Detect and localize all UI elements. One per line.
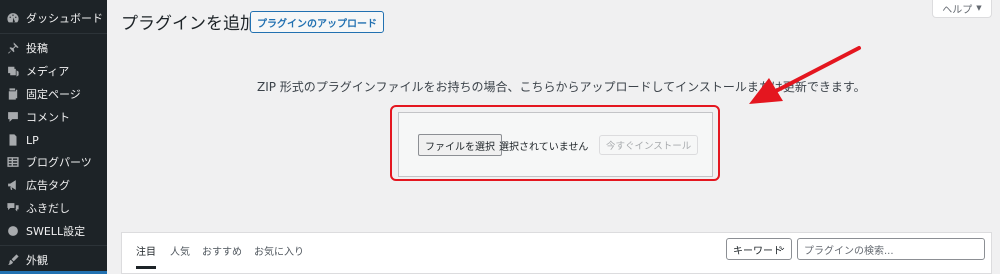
caret-down-icon: ▼ (976, 4, 982, 12)
active-tab-indicator (136, 266, 156, 269)
page-title: プラグインを追加 (121, 14, 257, 34)
comment-icon (6, 110, 20, 124)
sidebar-item-swell-settings[interactable]: SWELL設定 (0, 220, 107, 242)
plugin-filter-bar: 注目 人気 おすすめ お気に入り キーワード ⌄ プラグインの検索... (121, 232, 992, 274)
sidebar-item-label: SWELL設定 (26, 225, 86, 238)
page-icon (6, 87, 20, 101)
sidebar-item-media[interactable]: メディア (0, 60, 107, 82)
chevron-down-icon: ⌄ (778, 243, 786, 253)
help-tab[interactable]: ヘルプ ▼ (932, 0, 992, 18)
search-type-value: キーワード (733, 245, 783, 257)
file-status-text: 選択されていません (499, 142, 589, 153)
sidebar-separator (0, 33, 107, 34)
dashboard-icon (6, 11, 20, 25)
speech-bubble-icon (6, 201, 20, 215)
tab-recommended[interactable]: おすすめ (202, 243, 242, 258)
sidebar-item-pages[interactable]: 固定ページ (0, 83, 107, 105)
sidebar-item-label: コメント (26, 111, 70, 124)
choose-file-button[interactable]: ファイルを選択 (418, 134, 502, 156)
sidebar-item-label: LP (26, 133, 39, 147)
main-content: プラグインを追加 プラグインのアップロード ヘルプ ▼ ZIP 形式のプラグイン… (107, 0, 1000, 274)
sidebar-item-label: 外観 (26, 254, 48, 267)
sidebar-item-label: ダッシュボード (26, 12, 103, 25)
media-icon (6, 64, 20, 78)
help-label: ヘルプ (942, 4, 973, 16)
brush-icon (6, 253, 20, 267)
sidebar-item-label: 投稿 (26, 42, 48, 55)
admin-sidebar: ダッシュボード 投稿 メディア 固定ページ コメント LP ブログパーツ 広告タ… (0, 0, 107, 274)
sidebar-item-label: ふきだし (26, 202, 70, 215)
megaphone-icon (6, 178, 20, 192)
sidebar-item-comments[interactable]: コメント (0, 106, 107, 128)
sidebar-item-ad-tags[interactable]: 広告タグ (0, 174, 107, 196)
document-icon (6, 133, 20, 147)
search-type-select[interactable]: キーワード ⌄ (726, 238, 792, 260)
sidebar-item-fukidashi[interactable]: ふきだし (0, 197, 107, 219)
sidebar-item-posts[interactable]: 投稿 (0, 37, 107, 59)
plugin-search-input[interactable]: プラグインの検索... (797, 238, 985, 260)
sidebar-item-lp[interactable]: LP (0, 129, 107, 151)
pin-icon (6, 41, 20, 55)
tab-favorites[interactable]: お気に入り (254, 243, 304, 258)
tab-featured[interactable]: 注目 (136, 243, 156, 258)
sidebar-item-label: 固定ページ (26, 88, 81, 101)
upload-plugin-button[interactable]: プラグインのアップロード (250, 11, 384, 33)
upload-description: ZIP 形式のプラグインファイルをお持ちの場合、こちらからアップロードしてインス… (257, 80, 866, 94)
sidebar-item-label: ブログパーツ (26, 156, 92, 169)
table-icon (6, 155, 20, 169)
sidebar-item-blog-parts[interactable]: ブログパーツ (0, 151, 107, 173)
install-now-button[interactable]: 今すぐインストール (599, 135, 699, 155)
sidebar-separator (0, 245, 107, 246)
upload-form: ファイルを選択 選択されていません 今すぐインストール (398, 112, 713, 177)
sidebar-item-label: 広告タグ (26, 179, 70, 192)
sidebar-item-label: メディア (26, 65, 70, 78)
sidebar-item-appearance[interactable]: 外観 (0, 249, 107, 271)
swell-icon (6, 224, 20, 238)
sidebar-item-dashboard[interactable]: ダッシュボード (0, 7, 107, 29)
tab-popular[interactable]: 人気 (170, 243, 190, 258)
